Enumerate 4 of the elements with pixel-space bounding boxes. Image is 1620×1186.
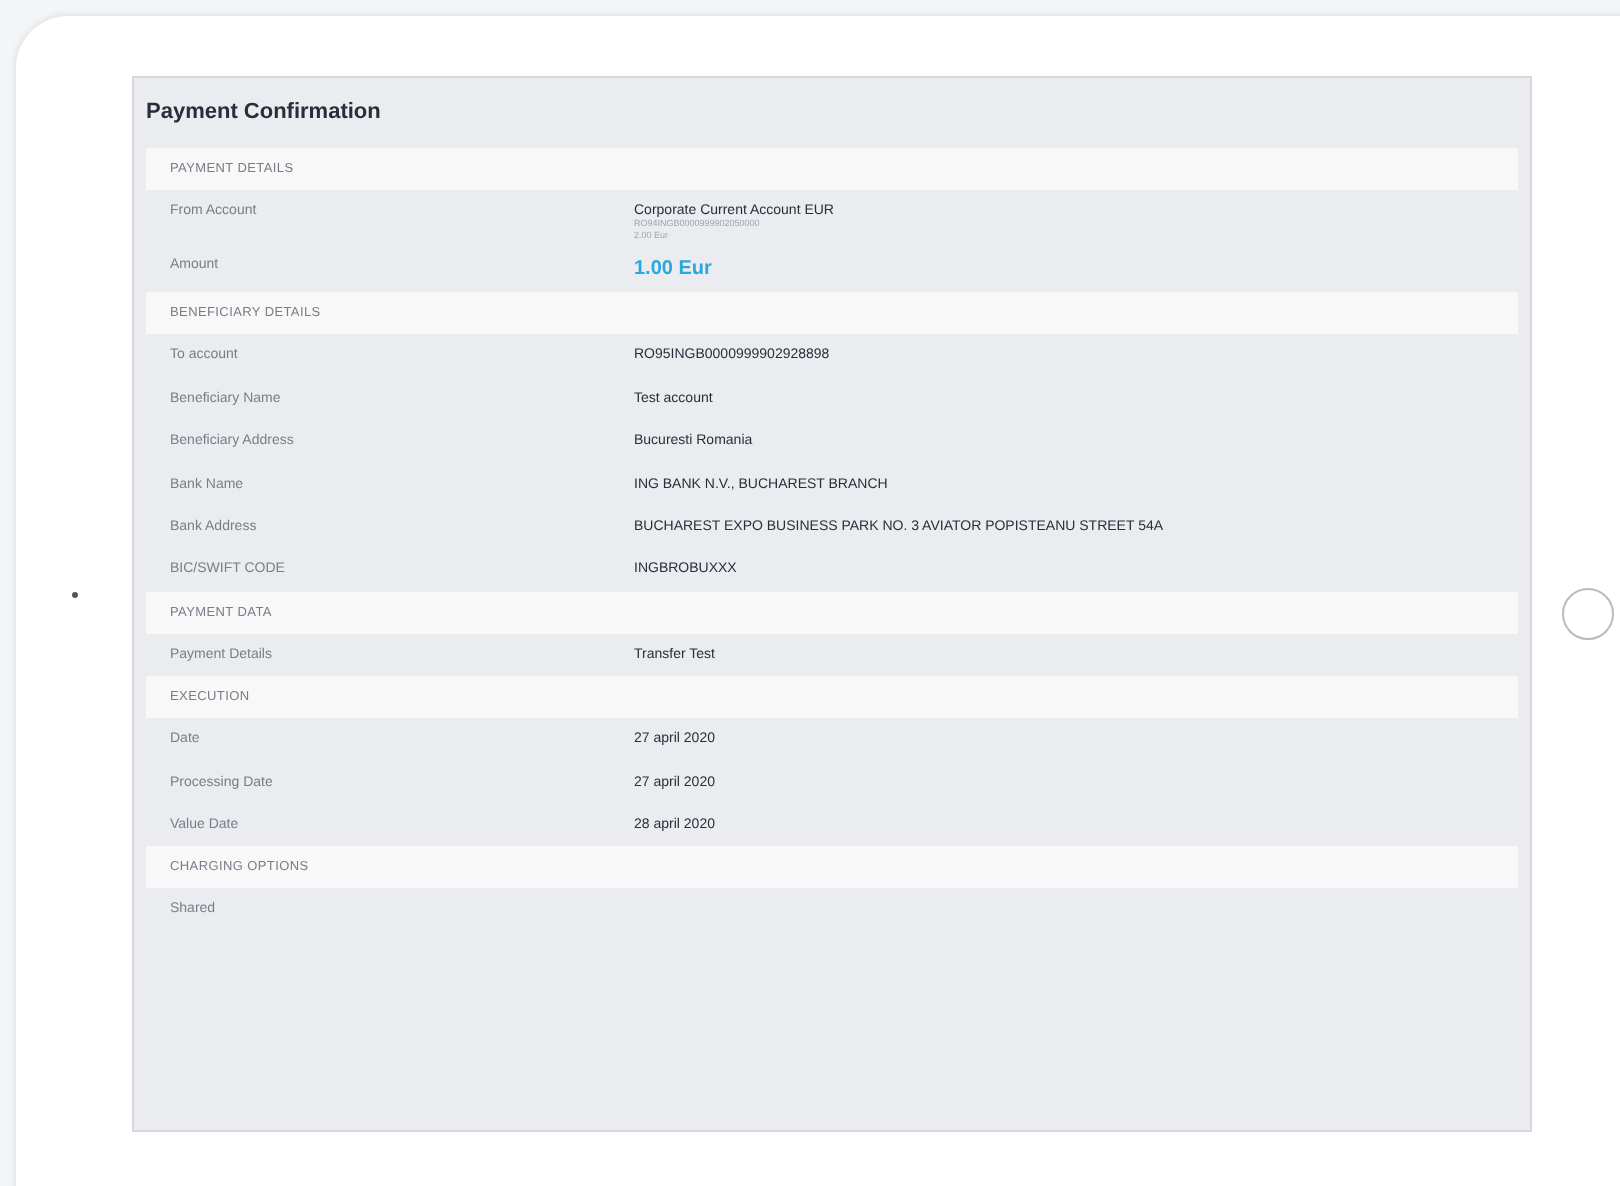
page-title: Payment Confirmation bbox=[146, 98, 383, 128]
amount-value: 1.00 Eur bbox=[634, 258, 712, 280]
home-button[interactable] bbox=[1562, 588, 1614, 640]
camera-dot bbox=[72, 592, 78, 598]
